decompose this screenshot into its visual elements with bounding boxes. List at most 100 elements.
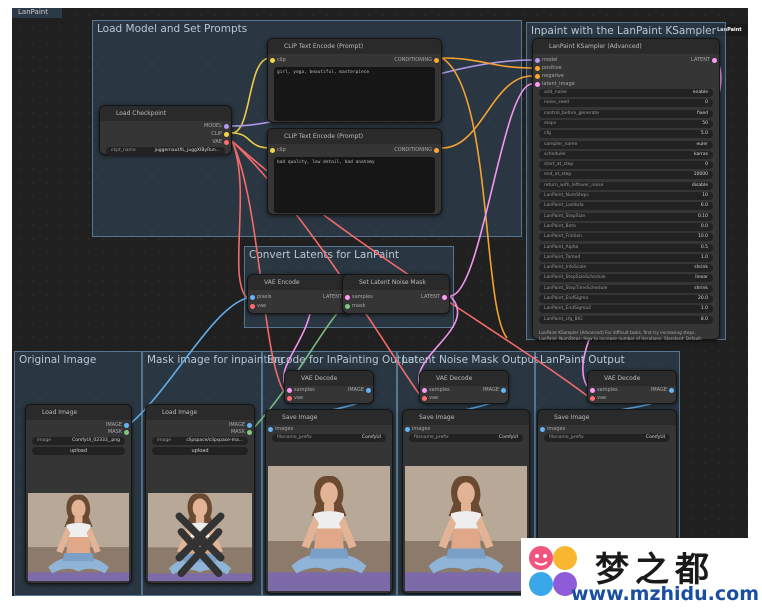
ksampler-widget[interactable]: LanPaint_Lambda 6.0 — [539, 202, 713, 211]
input-vae[interactable]: vae — [590, 394, 607, 402]
load-image-mask-node[interactable]: Load Image IMAGE MASK image clipspace/cli… — [145, 404, 255, 584]
input-vae[interactable]: vae — [422, 394, 438, 402]
input-clip[interactable]: clip — [270, 146, 286, 154]
input-latent-image[interactable]: latent_image — [535, 80, 575, 88]
input-samples[interactable]: samples — [345, 293, 373, 301]
output-image[interactable]: IMAGE — [348, 386, 371, 394]
widget-value: 10.0 — [697, 234, 708, 240]
ksampler-widget[interactable]: LanPaint_StepSizeSchedule linear — [539, 274, 713, 283]
filename-prefix-field[interactable]: filename_prefix ComfyUI — [272, 434, 386, 442]
lanpaint-ksampler-node[interactable]: LanPaint KSampler (Advanced) model LATEN… — [532, 38, 720, 340]
node-title: Save Image — [403, 410, 529, 425]
output-conditioning[interactable]: CONDITIONING — [394, 56, 439, 64]
port-label: mask — [352, 303, 366, 309]
input-images[interactable]: images — [268, 425, 294, 433]
input-negative[interactable]: negative — [535, 72, 564, 80]
input-vae[interactable]: vae — [250, 302, 266, 310]
ksampler-widget[interactable]: steps 50 — [539, 119, 713, 128]
input-positive[interactable]: positive — [535, 64, 562, 72]
widget-name: noise_seed — [544, 100, 569, 106]
port-label: clip — [277, 57, 286, 63]
widget-value: shrink — [694, 265, 708, 271]
ksampler-widget[interactable]: LanPaint_InfoScale shrink — [539, 264, 713, 273]
port-label: vae — [597, 395, 607, 401]
ksampler-widget[interactable]: return_with_leftover_noise disable — [539, 181, 713, 190]
masked-photo — [148, 493, 252, 581]
widget-value: euler — [696, 141, 709, 147]
ksampler-widget[interactable]: LanPaint_StepSize 0.10 — [539, 212, 713, 221]
input-samples[interactable]: samples — [590, 386, 618, 394]
ksampler-widget[interactable]: LanPaint_StepTimeSchedule shrink — [539, 284, 713, 293]
ksampler-widget[interactable]: LanPaint_Friction 10.0 — [539, 233, 713, 242]
ksampler-widget[interactable]: LanPaint_Beta 0.0 — [539, 222, 713, 231]
output-image[interactable]: IMAGE — [483, 386, 506, 394]
ksampler-widget[interactable]: sampler_name euler — [539, 140, 713, 149]
input-images[interactable]: images — [540, 425, 565, 433]
input-samples[interactable]: samples — [287, 386, 315, 394]
vae-decode-lanpaint-output[interactable]: VAE Decode samples IMAGE vae — [587, 370, 677, 404]
output-clip[interactable]: CLIP — [211, 130, 229, 138]
widget-name: LanPaint_Alpha — [544, 244, 579, 250]
output-latent[interactable]: LATENT — [421, 293, 447, 301]
ksampler-widget[interactable]: noise_seed 0 — [539, 99, 713, 108]
save-image-encode-output[interactable]: Save Image images filename_prefix ComfyUI — [265, 409, 393, 594]
widget-name: LanPaint_Tamed — [544, 254, 581, 260]
widget-name: LanPaint_Lambda — [544, 203, 584, 209]
set-latent-noise-mask-node[interactable]: Set Latent Noise Mask samples LATENT mas… — [342, 274, 450, 314]
vae-decode-latent-mask-output[interactable]: VAE Decode samples IMAGE vae — [419, 370, 509, 404]
input-model[interactable]: model — [535, 56, 558, 64]
output-mask[interactable]: MASK — [231, 428, 252, 436]
input-images[interactable]: images — [405, 425, 431, 433]
ksampler-widget[interactable]: end_at_step 10000 — [539, 171, 713, 180]
clip-text-encode-negative[interactable]: CLIP Text Encode (Prompt) clip CONDITION… — [267, 128, 442, 215]
widget-value: 0.5 — [700, 244, 708, 250]
port-label: images — [412, 426, 431, 432]
input-pixels[interactable]: pixels — [250, 293, 271, 301]
widget-name: LanPaint_Beta — [544, 223, 576, 229]
port-label: clip — [277, 147, 286, 153]
input-mask[interactable]: mask — [345, 302, 366, 310]
prompt-textarea[interactable]: bad quality, low detail, bad anatomy — [274, 157, 435, 213]
ksampler-widget[interactable]: start_at_step 0 — [539, 161, 713, 170]
ksampler-widget[interactable]: cfg 5.0 — [539, 130, 713, 139]
ksampler-widget[interactable]: LanPaint_Alpha 0.5 — [539, 243, 713, 252]
output-image[interactable]: IMAGE — [651, 386, 674, 394]
output-vae[interactable]: VAE — [212, 138, 229, 146]
load-checkpoint-node[interactable]: Load Checkpoint MODEL CLIP VAE ckpt_name… — [99, 105, 232, 155]
output-model[interactable]: MODEL — [204, 122, 229, 130]
widget-value: 10000 — [693, 172, 708, 178]
widget-value: disable — [691, 182, 708, 188]
ksampler-widget[interactable]: LanPaint_NumSteps 10 — [539, 192, 713, 200]
port-label: MASK — [107, 429, 122, 435]
output-latent[interactable]: LATENT — [691, 56, 717, 64]
port-label: images — [275, 426, 294, 432]
upload-button[interactable]: upload — [152, 447, 248, 455]
ksampler-widget[interactable]: scheduler karras — [539, 150, 713, 159]
load-image-original-node[interactable]: Load Image IMAGE MASK image ComfyUI_02333… — [25, 404, 132, 584]
output-conditioning[interactable]: CONDITIONING — [394, 146, 439, 154]
input-clip[interactable]: clip — [270, 56, 286, 64]
output-latent[interactable]: LATENT — [323, 293, 349, 301]
filename-prefix-field[interactable]: filename_prefix ComfyUI — [409, 434, 523, 442]
upload-button[interactable]: upload — [32, 447, 125, 455]
ksampler-widget[interactable]: LanPaint_Tamed 1.0 — [539, 253, 713, 262]
output-mask[interactable]: MASK — [107, 428, 129, 436]
image-combo[interactable]: image ComfyUI_02333_.png — [32, 437, 125, 445]
ksampler-widget[interactable]: LanPaint_cfg_BIG 8.0 — [539, 315, 713, 324]
node-title: LanPaint KSampler (Advanced) — [533, 39, 719, 54]
ksampler-widget[interactable]: add_noise enable — [539, 89, 713, 97]
ksampler-widget[interactable]: control_before_generate fixed — [539, 109, 713, 118]
ksampler-widget[interactable]: LanPaint_EndSigma 20.0 — [539, 295, 713, 303]
node-graph-canvas[interactable]: LanPaint LanPaint Load Model and Set Pro… — [12, 8, 748, 596]
image-combo[interactable]: image clipspace/clipspace-ma... — [152, 437, 248, 445]
ckpt-name-combo[interactable]: ckpt_name juggernautXL_juggXIByRun... — [106, 147, 225, 155]
clip-text-encode-positive[interactable]: CLIP Text Encode (Prompt) clip CONDITION… — [267, 38, 442, 123]
save-image-latent-mask-output[interactable]: Save Image images filename_prefix ComfyUI — [402, 409, 530, 594]
input-vae[interactable]: vae — [287, 394, 303, 402]
vae-decode-encode-output[interactable]: VAE Decode samples IMAGE vae — [284, 370, 374, 404]
prompt-textarea[interactable]: girl, yoga, beautiful, masterpiece — [274, 67, 435, 121]
input-samples[interactable]: samples — [422, 386, 450, 394]
ksampler-widget[interactable]: LanPaint_EndSigma2 1.0 — [539, 305, 713, 314]
vae-encode-node[interactable]: VAE Encode pixels LATENT vae — [247, 274, 352, 314]
filename-prefix-field[interactable]: filename_prefix ComfyUI — [544, 434, 670, 442]
